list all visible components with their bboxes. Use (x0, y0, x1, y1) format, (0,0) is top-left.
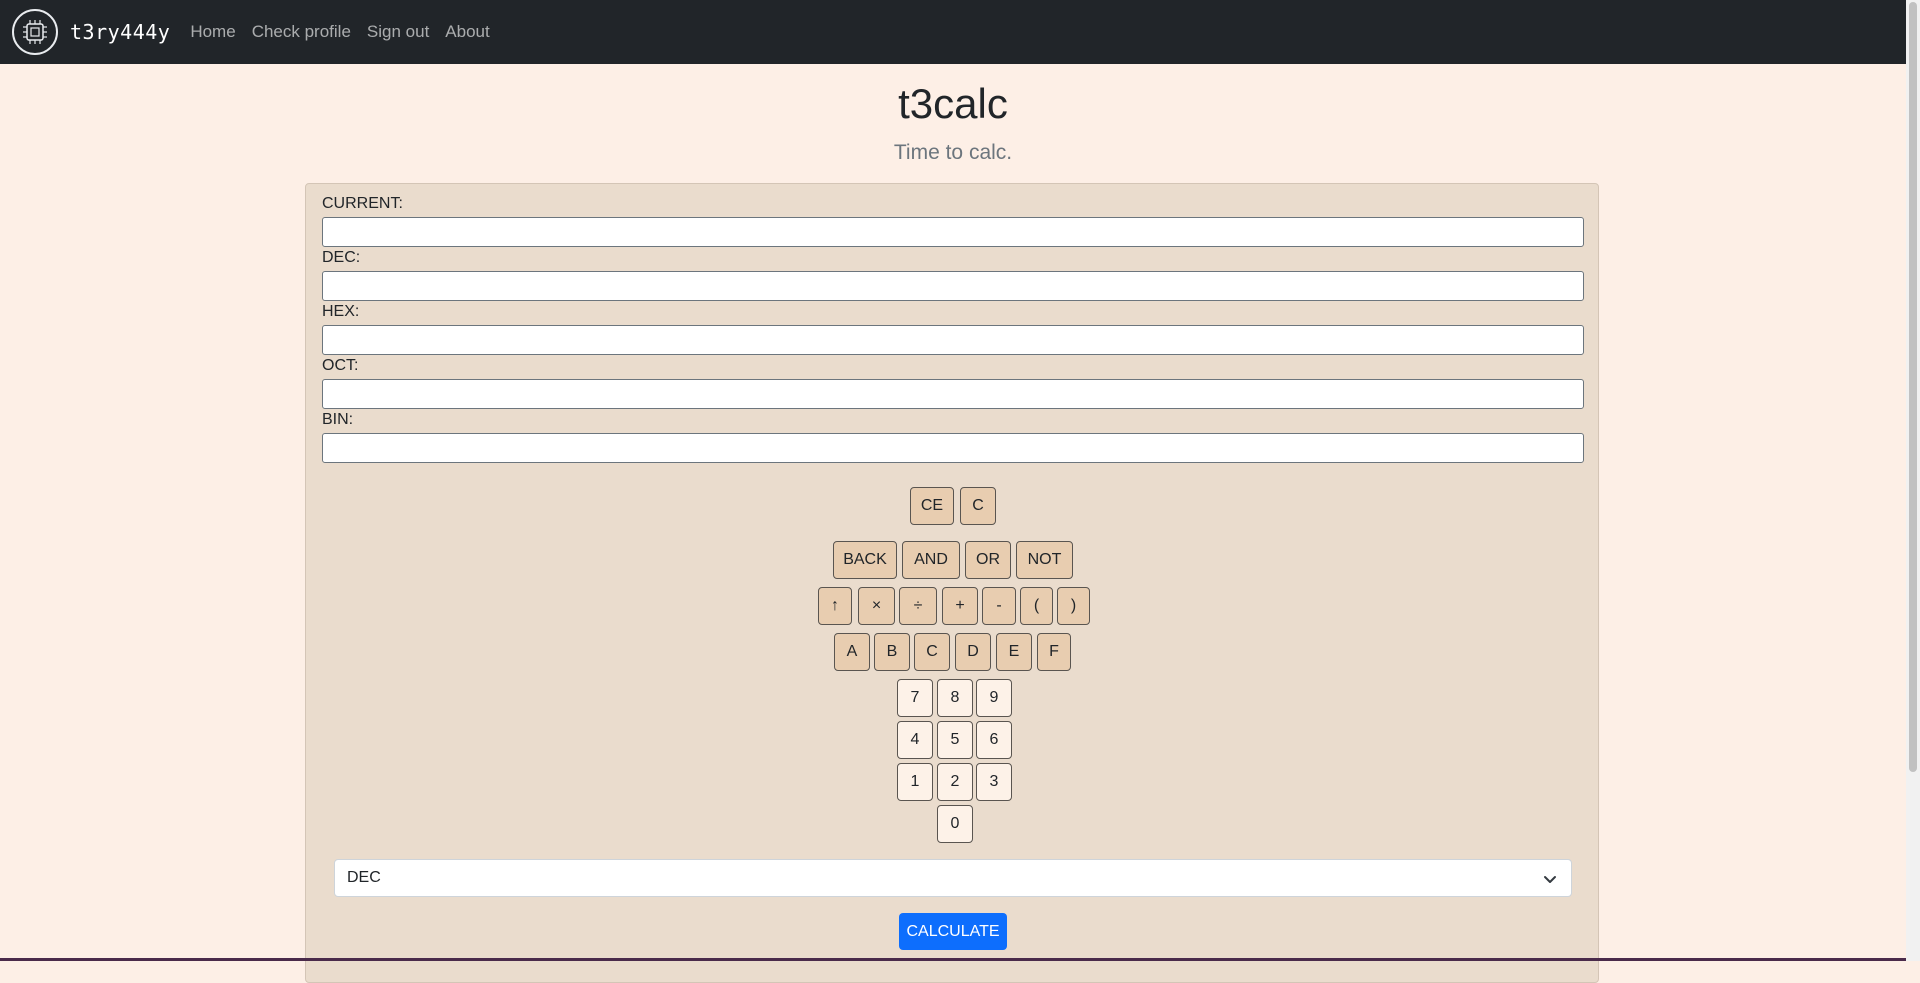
calculate-button[interactable]: CALCULATE (899, 913, 1007, 950)
hex-label: HEX: (322, 303, 360, 320)
bin-field[interactable] (322, 433, 1584, 463)
digit-7-button[interactable]: 7 (897, 679, 933, 717)
and-button[interactable]: AND (902, 541, 960, 579)
nav-link-check-profile[interactable]: Check profile (252, 22, 351, 42)
minus-button[interactable]: - (982, 587, 1016, 625)
base-select[interactable]: DEC (334, 859, 1572, 897)
chip-logo-icon[interactable] (12, 9, 58, 55)
digit-4-button[interactable]: 4 (897, 721, 933, 759)
open-paren-button[interactable]: ( (1020, 587, 1053, 625)
dec-field[interactable] (322, 271, 1584, 301)
nav-link-about[interactable]: About (445, 22, 489, 42)
hex-d-button[interactable]: D (955, 633, 991, 671)
digit-8-button[interactable]: 8 (937, 679, 973, 717)
oct-field[interactable] (322, 379, 1584, 409)
current-field[interactable] (322, 217, 1584, 247)
nav-link-home[interactable]: Home (190, 22, 235, 42)
digit-1-button[interactable]: 1 (897, 763, 933, 801)
digit-2-button[interactable]: 2 (937, 763, 973, 801)
clear-entry-button[interactable]: CE (910, 487, 954, 525)
hex-field[interactable] (322, 325, 1584, 355)
calculator-card: CURRENT: DEC: HEX: OCT: BIN: CE C BACK A… (305, 183, 1599, 983)
not-button[interactable]: NOT (1016, 541, 1073, 579)
navbar: t3ry444y Home Check profile Sign out Abo… (0, 0, 1906, 64)
chevron-down-icon (1543, 872, 1557, 890)
dec-label: DEC: (322, 249, 361, 266)
bin-label: BIN: (322, 411, 354, 428)
hex-f-button[interactable]: F (1037, 633, 1071, 671)
close-paren-button[interactable]: ) (1057, 587, 1090, 625)
page-subtitle: Time to calc. (893, 141, 1013, 164)
power-button[interactable]: ↑ (818, 587, 852, 625)
back-button[interactable]: BACK (833, 541, 897, 579)
page-title: t3calc (898, 80, 1008, 127)
scrollbar-thumb[interactable] (1909, 2, 1917, 772)
brand-name[interactable]: t3ry444y (70, 20, 170, 44)
current-label: CURRENT: (322, 195, 403, 212)
base-select-value: DEC (347, 869, 381, 886)
divide-button[interactable]: ÷ (899, 587, 937, 625)
hex-e-button[interactable]: E (996, 633, 1032, 671)
digit-6-button[interactable]: 6 (976, 721, 1012, 759)
nav-link-sign-out[interactable]: Sign out (367, 22, 429, 42)
digit-0-button[interactable]: 0 (937, 805, 973, 843)
hex-c-button[interactable]: C (914, 633, 950, 671)
or-button[interactable]: OR (965, 541, 1011, 579)
digit-9-button[interactable]: 9 (976, 679, 1012, 717)
hex-a-button[interactable]: A (834, 633, 870, 671)
page-scrollbar[interactable] (1906, 0, 1920, 961)
oct-label: OCT: (322, 357, 359, 374)
digit-5-button[interactable]: 5 (937, 721, 973, 759)
multiply-button[interactable]: × (858, 587, 895, 625)
hex-b-button[interactable]: B (874, 633, 910, 671)
clear-button[interactable]: C (960, 487, 996, 525)
plus-button[interactable]: + (942, 587, 978, 625)
digit-3-button[interactable]: 3 (976, 763, 1012, 801)
